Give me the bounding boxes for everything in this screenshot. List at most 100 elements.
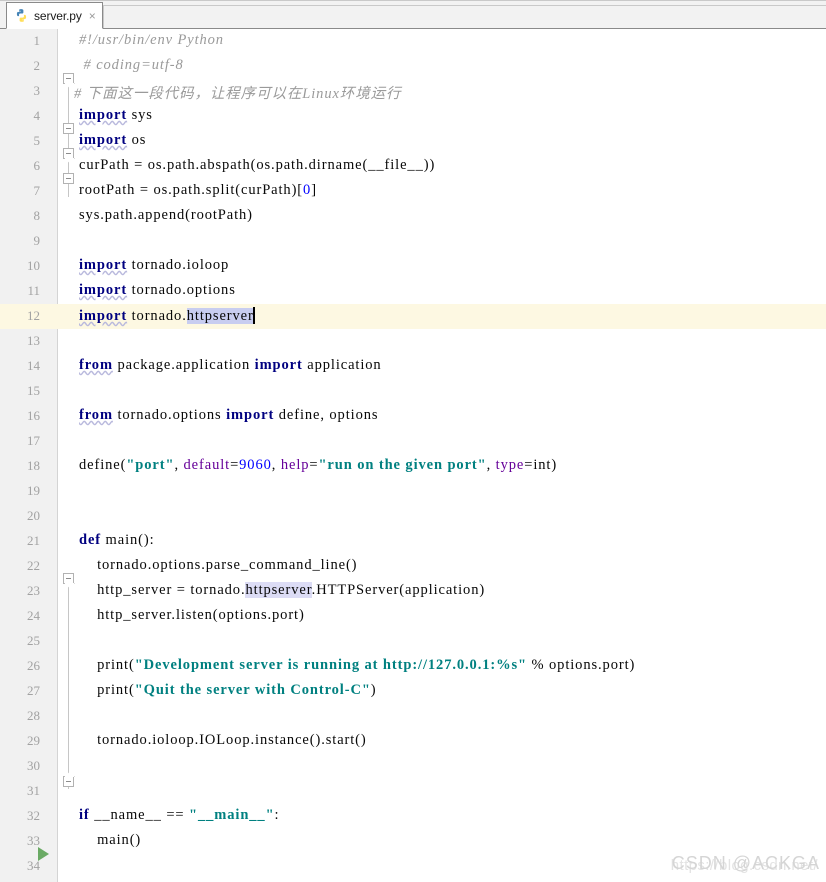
line-number: 6 — [33, 158, 41, 173]
line-number: 17 — [27, 433, 40, 448]
code-line[interactable]: 18 define("port", default=9060, help="run… — [0, 454, 826, 479]
code-line-current[interactable]: 12 import tornado.httpserver — [0, 304, 826, 329]
line-content: define("port", default=9060, help="run o… — [79, 457, 558, 473]
code-line[interactable]: 13 — [0, 329, 826, 354]
code-line[interactable]: 28 — [0, 704, 826, 729]
line-number: 29 — [27, 733, 40, 748]
code-line[interactable]: 27 print("Quit the server with Control-C… — [0, 679, 826, 704]
line-number: 24 — [27, 608, 40, 623]
line-content: import tornado.options — [79, 282, 236, 298]
line-number: 27 — [27, 683, 40, 698]
text-selection: httpserver — [186, 308, 254, 324]
line-number: 4 — [33, 108, 41, 123]
line-content: import tornado.httpserver — [79, 307, 255, 324]
line-number: 23 — [27, 583, 40, 598]
fold-marker-line-21[interactable] — [63, 573, 74, 584]
code-line[interactable]: 34 — [0, 854, 826, 879]
occurrence-highlight: httpserver — [245, 582, 312, 598]
code-line[interactable]: 15 — [0, 379, 826, 404]
line-content: curPath = os.path.abspath(os.path.dirnam… — [79, 157, 436, 173]
fold-marker-line-4[interactable] — [63, 148, 74, 159]
line-number: 34 — [27, 858, 40, 873]
line-content: print("Quit the server with Control-C") — [79, 682, 377, 698]
line-number: 14 — [27, 358, 40, 373]
code-line[interactable]: 7 rootPath = os.path.split(curPath)[0] — [0, 179, 826, 204]
line-number: 9 — [33, 233, 41, 248]
code-line[interactable]: 22 tornado.options.parse_command_line() — [0, 554, 826, 579]
code-line[interactable]: 19 — [0, 479, 826, 504]
line-content: rootPath = os.path.split(curPath)[0] — [79, 182, 317, 198]
fold-marker-line-29[interactable] — [63, 776, 74, 787]
code-line[interactable]: 30 — [0, 754, 826, 779]
line-number: 7 — [33, 183, 41, 198]
line-number: 8 — [33, 208, 41, 223]
line-content: print("Development server is running at … — [79, 657, 636, 673]
code-line[interactable]: 32 if __name__ == "__main__": — [0, 804, 826, 829]
close-icon[interactable]: × — [87, 10, 96, 22]
line-content: import sys — [79, 107, 153, 123]
code-line[interactable]: 16 from tornado.options import define, op… — [0, 404, 826, 429]
fold-marker-line-3[interactable] — [63, 123, 74, 134]
run-gutter-arrow-icon[interactable] — [38, 847, 49, 861]
code-line[interactable]: 25 — [0, 629, 826, 654]
fold-marker-line-1[interactable] — [63, 73, 74, 84]
code-line[interactable]: 9 — [0, 229, 826, 254]
code-line[interactable]: 24 http_server.listen(options.port) — [0, 604, 826, 629]
code-line[interactable]: 4 import sys — [0, 104, 826, 129]
code-line[interactable]: 20 — [0, 504, 826, 529]
line-number: 13 — [27, 333, 40, 348]
line-number: 26 — [27, 658, 40, 673]
code-line[interactable]: 10 import tornado.ioloop — [0, 254, 826, 279]
line-content: if __name__ == "__main__": — [79, 807, 280, 823]
line-number: 31 — [27, 783, 40, 798]
code-line[interactable]: 26 print("Development server is running … — [0, 654, 826, 679]
line-content: def main(): — [79, 532, 155, 548]
code-line[interactable]: 5 import os — [0, 129, 826, 154]
line-number: 5 — [33, 133, 41, 148]
code-editor[interactable]: 1 #!/usr/bin/env Python 2 # coding=utf-8 … — [0, 29, 826, 882]
line-number: 30 — [27, 758, 40, 773]
code-line[interactable]: 21 def main(): — [0, 529, 826, 554]
line-number: 1 — [33, 33, 41, 48]
line-content: from tornado.options import define, opti… — [79, 407, 379, 423]
line-content: main() — [79, 832, 142, 848]
line-number: 21 — [27, 533, 40, 548]
code-line[interactable]: 8 sys.path.append(rootPath) — [0, 204, 826, 229]
tab-server-py[interactable]: server.py × — [6, 2, 103, 29]
code-lines: 1 #!/usr/bin/env Python 2 # coding=utf-8 … — [0, 29, 826, 879]
tab-bar-empty-area — [102, 5, 826, 28]
line-content: import tornado.ioloop — [79, 257, 230, 273]
line-number: 2 — [33, 58, 41, 73]
line-number: 33 — [27, 833, 40, 848]
code-line[interactable]: 1 #!/usr/bin/env Python — [0, 29, 826, 54]
code-line[interactable]: 3 # 下面这一段代码，让程序可以在Linux环境运行 — [0, 79, 826, 104]
line-number: 25 — [27, 633, 40, 648]
line-number: 11 — [27, 283, 40, 298]
code-line[interactable]: 33 main() — [0, 829, 826, 854]
code-line[interactable]: 29 tornado.ioloop.IOLoop.instance().star… — [0, 729, 826, 754]
code-line[interactable]: 31 — [0, 779, 826, 804]
line-number: 10 — [27, 258, 40, 273]
code-line[interactable]: 17 — [0, 429, 826, 454]
line-content: from package.application import applicat… — [79, 357, 382, 373]
fold-marker-line-5[interactable] — [63, 173, 74, 184]
python-file-icon — [14, 8, 29, 23]
line-number: 15 — [27, 383, 40, 398]
chinese-comment: # 下面这一段代码，让程序可以在Linux环境运行 — [74, 86, 402, 102]
line-number: 16 — [27, 408, 40, 423]
code-line[interactable]: 23 http_server = tornado.httpserver.HTTP… — [0, 579, 826, 604]
line-content: import os — [79, 132, 147, 148]
line-number: 32 — [27, 808, 40, 823]
line-number: 20 — [27, 508, 40, 523]
line-content: sys.path.append(rootPath) — [79, 207, 253, 223]
line-number: 18 — [27, 458, 40, 473]
line-number: 22 — [27, 558, 40, 573]
line-content: # 下面这一段代码，让程序可以在Linux环境运行 — [74, 82, 401, 103]
tab-label: server.py — [34, 8, 82, 23]
code-line[interactable]: 11 import tornado.options — [0, 279, 826, 304]
line-number: 3 — [33, 83, 41, 98]
code-line[interactable]: 6 curPath = os.path.abspath(os.path.dirna… — [0, 154, 826, 179]
text-caret — [252, 307, 255, 324]
code-line[interactable]: 14 from package.application import applic… — [0, 354, 826, 379]
code-line[interactable]: 2 # coding=utf-8 — [0, 54, 826, 79]
